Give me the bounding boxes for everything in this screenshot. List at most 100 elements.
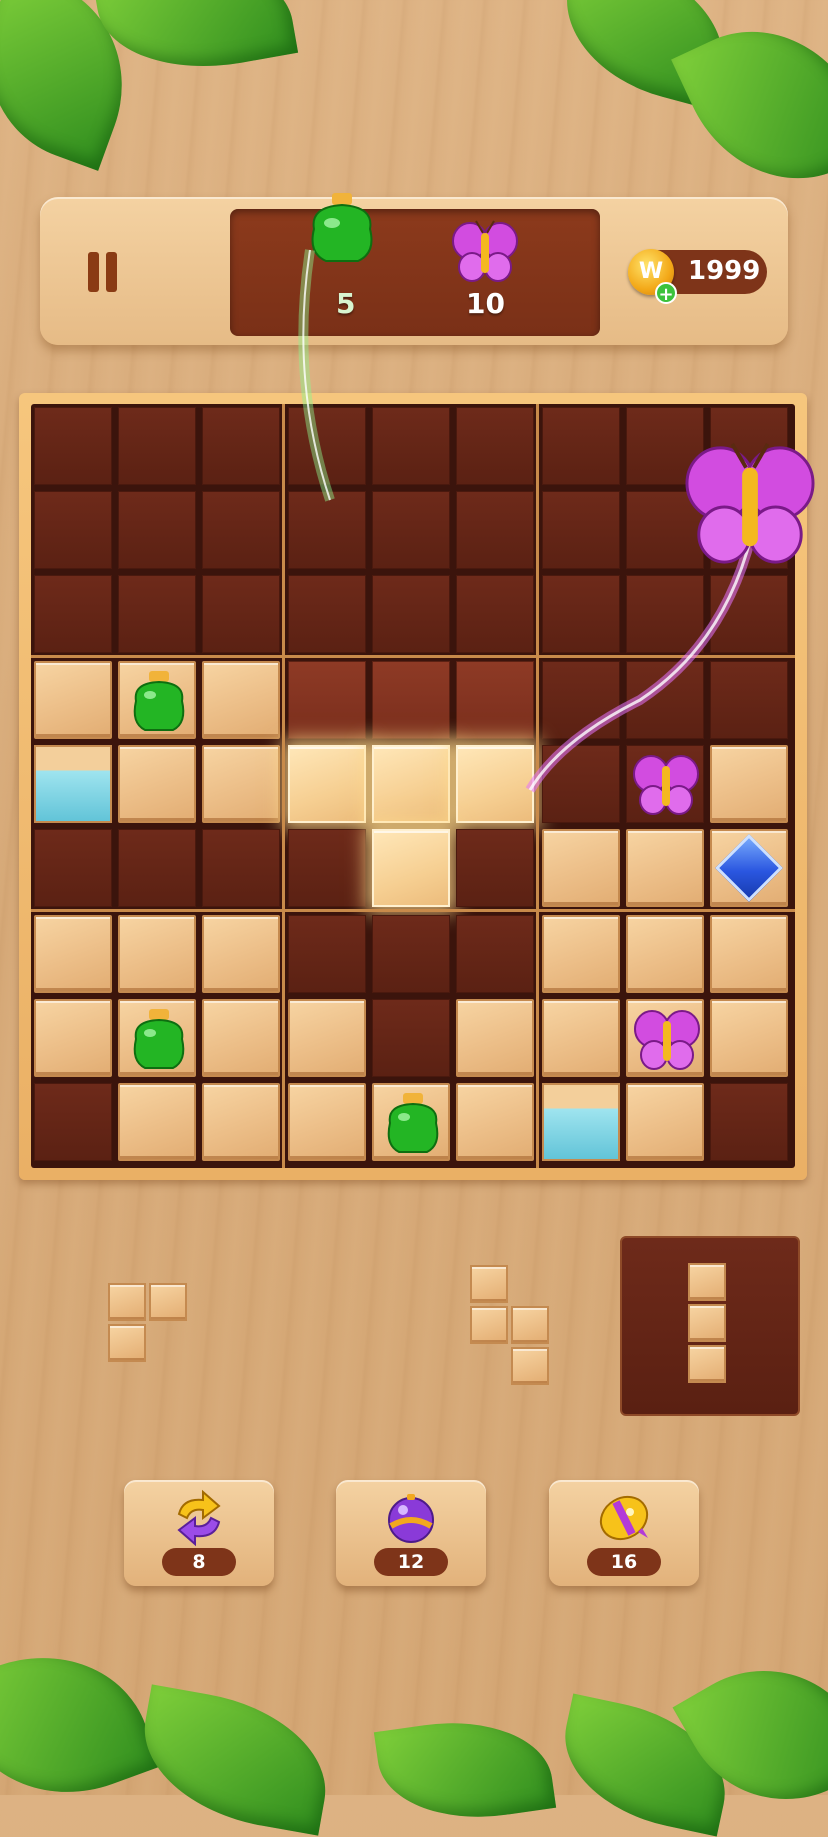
board-cell-empty xyxy=(542,491,620,569)
board-cell-empty xyxy=(372,575,450,653)
rocket-icon xyxy=(599,1495,649,1541)
board-cell-wood xyxy=(202,745,280,823)
green-potion-icon xyxy=(311,193,373,262)
board-cell-empty xyxy=(34,1083,112,1161)
potion-cell xyxy=(372,1083,450,1161)
piece-block xyxy=(108,1283,146,1321)
butterfly-icon xyxy=(452,220,518,282)
board-cell-wood xyxy=(202,1083,280,1161)
board-cell-empty xyxy=(456,915,534,993)
refresh-booster-count: 8 xyxy=(162,1548,236,1576)
leaf-decoration xyxy=(373,1708,557,1832)
board-cell-wood xyxy=(542,999,620,1077)
butterfly-cell xyxy=(626,745,704,823)
piece-block xyxy=(511,1306,549,1344)
board-cell-empty xyxy=(626,575,704,653)
board-cell-empty xyxy=(118,829,196,907)
board-cell-empty xyxy=(542,661,620,739)
board-block-divider xyxy=(282,404,285,1168)
gem-cell xyxy=(710,829,788,907)
board-cell-empty xyxy=(456,407,534,485)
placement-preview-cell xyxy=(456,745,534,823)
board-cell-wood xyxy=(202,661,280,739)
board-cell-empty xyxy=(202,407,280,485)
refresh-booster-button[interactable]: 8 xyxy=(124,1480,274,1586)
piece-block xyxy=(108,1324,146,1362)
board-cell-empty xyxy=(372,915,450,993)
board-cell-empty xyxy=(118,407,196,485)
ice-block-cell xyxy=(34,745,112,823)
placement-preview-cell xyxy=(372,829,450,907)
pause-button[interactable] xyxy=(86,250,122,296)
potion-goal-count: 5 xyxy=(336,287,356,320)
piece-block xyxy=(149,1283,187,1321)
pause-icon xyxy=(88,252,99,292)
leaf-decoration xyxy=(91,0,299,86)
board-cell-empty xyxy=(710,1083,788,1161)
board-cell-wood xyxy=(542,915,620,993)
board-cell-highlight xyxy=(456,661,534,739)
rocket-booster-button[interactable]: 16 xyxy=(549,1480,699,1586)
piece-block xyxy=(511,1347,549,1385)
board-cell-wood xyxy=(626,1083,704,1161)
board-cell-wood xyxy=(34,915,112,993)
leaf-decoration xyxy=(131,1684,339,1836)
board-cell-wood xyxy=(456,999,534,1077)
board-cell-empty xyxy=(202,829,280,907)
piece-block xyxy=(688,1345,726,1383)
board-cell-empty xyxy=(288,915,366,993)
potion-cell xyxy=(118,661,196,739)
board-cell-highlight xyxy=(288,661,366,739)
board-cell-empty xyxy=(34,491,112,569)
board-cell-empty xyxy=(542,745,620,823)
purple-bomb-icon xyxy=(388,1494,434,1543)
board-cell-empty xyxy=(456,829,534,907)
board-cell-wood xyxy=(710,999,788,1077)
board-cell-wood xyxy=(710,745,788,823)
piece-block xyxy=(470,1265,508,1303)
board-cell-empty xyxy=(372,999,450,1077)
board-cell-wood xyxy=(710,915,788,993)
board-cell-empty xyxy=(288,575,366,653)
pause-icon-bar xyxy=(106,252,117,292)
bomb-booster-count: 12 xyxy=(374,1548,448,1576)
board-cell-empty xyxy=(34,829,112,907)
board-cell-empty xyxy=(288,407,366,485)
butterfly-cell xyxy=(626,999,704,1077)
potion-cell xyxy=(118,999,196,1077)
board-cell-empty xyxy=(288,829,366,907)
board-cell-wood xyxy=(456,1083,534,1161)
board-cell-wood xyxy=(288,999,366,1077)
board-cell-wood xyxy=(542,829,620,907)
board-cell-empty xyxy=(456,491,534,569)
placement-preview-cell xyxy=(372,745,450,823)
coin-count: 1999 xyxy=(688,256,761,286)
board-cell-wood xyxy=(626,915,704,993)
add-coins-button[interactable]: + xyxy=(655,282,677,305)
board-cell-empty xyxy=(34,575,112,653)
rocket-booster-count: 16 xyxy=(587,1548,661,1576)
board-cell-wood xyxy=(202,999,280,1077)
board-block-divider xyxy=(536,404,539,1168)
board-cell-wood xyxy=(626,829,704,907)
board-cell-empty xyxy=(118,575,196,653)
board-cell-empty xyxy=(288,491,366,569)
board-cell-wood xyxy=(118,1083,196,1161)
board-cell-empty xyxy=(118,491,196,569)
board-cell-empty xyxy=(710,661,788,739)
board-cell-empty xyxy=(542,407,620,485)
board-cell-empty xyxy=(542,575,620,653)
bomb-booster-button[interactable]: 12 xyxy=(336,1480,486,1586)
board-block-divider xyxy=(31,655,795,658)
board-cell-empty xyxy=(372,407,450,485)
board-cell-wood xyxy=(34,661,112,739)
ice-block-cell xyxy=(542,1083,620,1161)
board-cell-wood xyxy=(34,999,112,1077)
refresh-arrows-icon xyxy=(177,1489,221,1547)
board-cell-empty xyxy=(34,407,112,485)
board-cell-highlight xyxy=(372,661,450,739)
board-cell-wood xyxy=(202,915,280,993)
board-cell-wood xyxy=(288,1083,366,1161)
board-cell-empty xyxy=(202,575,280,653)
board-cell-empty xyxy=(710,575,788,653)
